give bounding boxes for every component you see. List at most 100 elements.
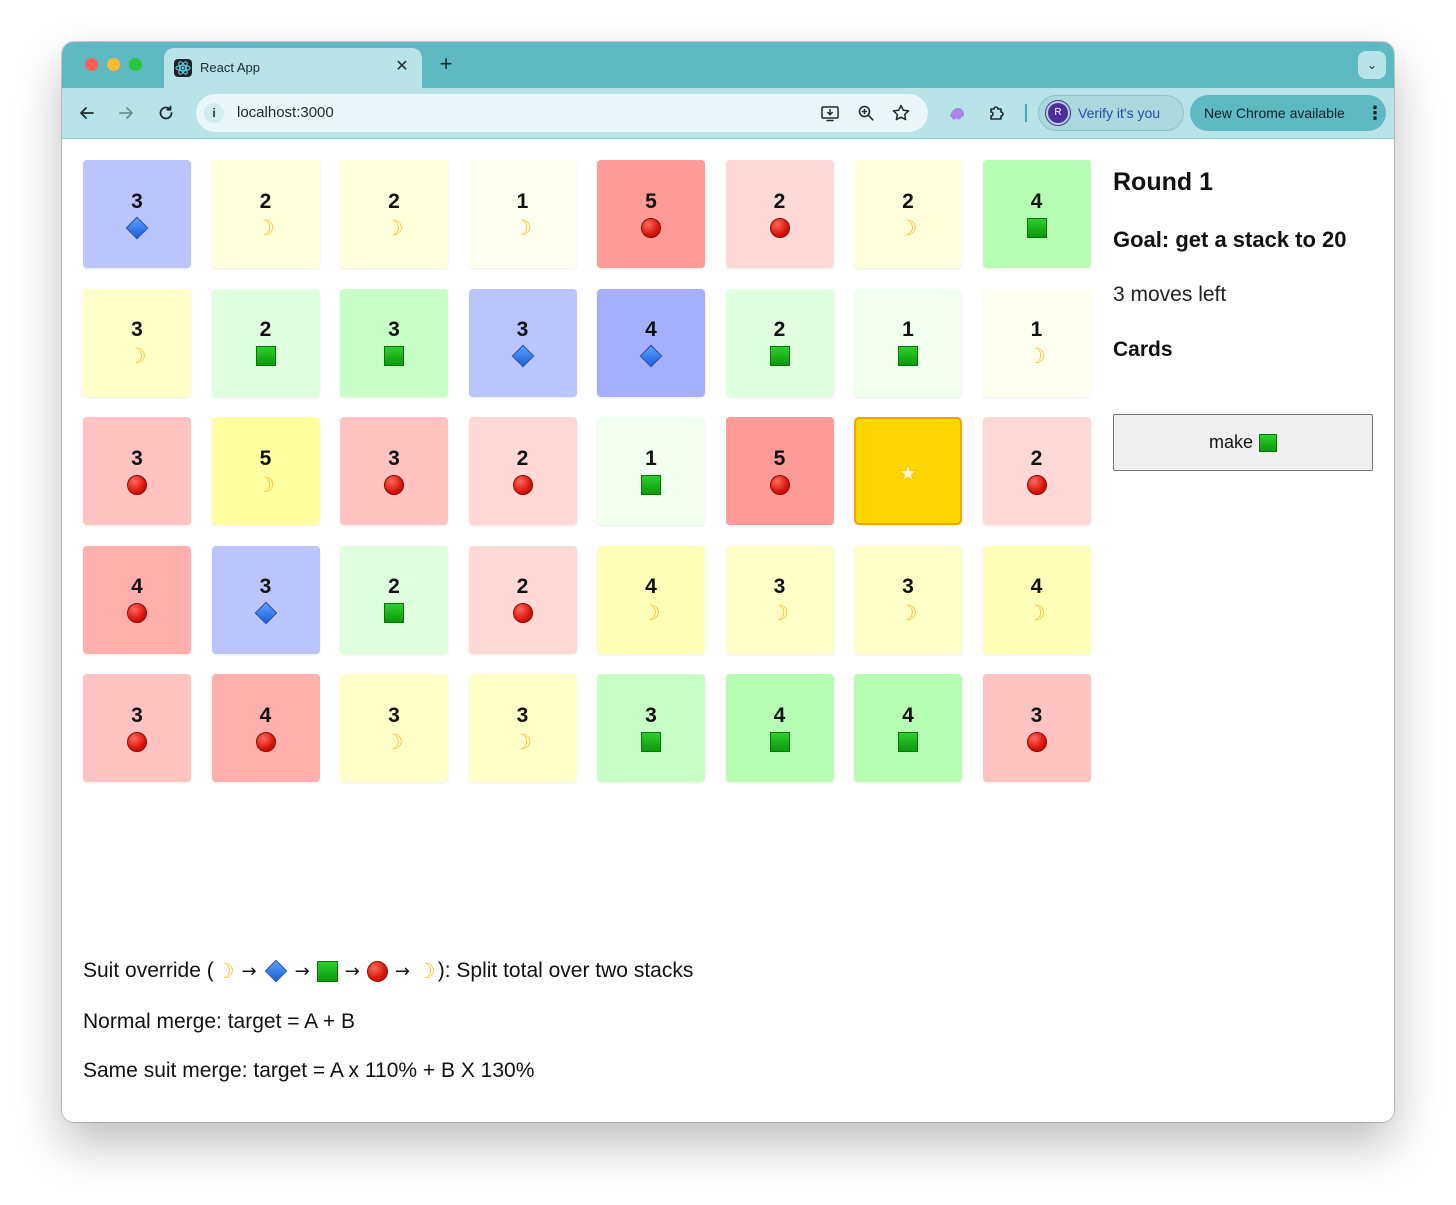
card[interactable]: 3 xyxy=(597,674,705,782)
card-grid: 3 2 ☽ 2 ☽ 1 ☽ 5 2 2 ☽ 4 3 ☽ 2 3 3 4 2 1 1 ☽ 3 5 ☽ 3 2 1 5 ★ 2 4 3 2 2 4 ☽ 3 ☽ 3… xyxy=(83,160,1091,782)
card-suit xyxy=(769,474,790,496)
card-suit xyxy=(769,345,790,367)
card[interactable]: 3 xyxy=(83,160,191,268)
card-value: 2 xyxy=(902,189,914,213)
card[interactable]: 5 xyxy=(597,160,705,268)
back-arrow-icon[interactable] xyxy=(74,100,100,126)
card-suit xyxy=(255,345,276,367)
card-suit xyxy=(769,217,790,239)
card[interactable]: 4 xyxy=(211,674,320,782)
react-logo-icon xyxy=(174,59,192,77)
verify-identity-button[interactable]: R Verify it's you xyxy=(1038,95,1184,131)
red-circle-icon xyxy=(769,217,790,238)
tab-search-button[interactable]: ⌄ xyxy=(1358,51,1386,79)
card[interactable]: 3 ☽ xyxy=(340,674,448,782)
card[interactable]: 4 ☽ xyxy=(597,545,705,654)
minimize-window-button[interactable] xyxy=(107,58,120,71)
suit-override-rule: Suit override ( ☽ → → → → ☽ ): Split total ov… xyxy=(83,957,693,985)
card[interactable]: 3 xyxy=(340,288,448,397)
reload-icon[interactable] xyxy=(153,100,179,126)
card[interactable]: 3 xyxy=(211,545,320,654)
card-suit: ☽ xyxy=(899,602,918,624)
green-square-icon xyxy=(1026,217,1047,238)
card[interactable]: 3 xyxy=(340,417,448,525)
card-value: 3 xyxy=(516,318,529,341)
card[interactable]: 4 xyxy=(982,160,1091,268)
make-button[interactable]: make xyxy=(1113,414,1373,471)
install-app-icon[interactable] xyxy=(819,102,841,124)
card-suit xyxy=(1026,217,1047,239)
card-suit xyxy=(1026,474,1047,496)
card[interactable]: 1 ☽ xyxy=(468,160,577,268)
ghost-extension-icon[interactable] xyxy=(945,101,969,125)
card[interactable]: 3 ☽ xyxy=(83,288,191,397)
card-suit: ☽ xyxy=(770,602,789,624)
card-value: 3 xyxy=(131,318,143,341)
card[interactable]: 2 ☽ xyxy=(211,160,320,268)
card-value: 3 xyxy=(259,575,272,598)
info-icon[interactable]: i xyxy=(204,103,224,123)
card[interactable]: 3 ☽ xyxy=(468,674,577,782)
card[interactable]: 1 xyxy=(597,417,705,525)
card[interactable]: 3 xyxy=(83,417,191,525)
card[interactable]: 2 xyxy=(211,288,320,397)
card[interactable]: 1 xyxy=(854,288,962,397)
maximize-window-button[interactable] xyxy=(129,58,142,71)
crescent-moon-icon: ☽ xyxy=(513,215,532,240)
card[interactable]: 2 xyxy=(725,288,834,397)
address-bar[interactable]: i localhost:3000 xyxy=(196,94,928,132)
card[interactable]: 5 ☽ xyxy=(211,417,320,525)
card[interactable]: 2 xyxy=(468,545,577,654)
puzzle-icon[interactable] xyxy=(985,101,1009,125)
star-icon[interactable] xyxy=(890,102,912,124)
card-suit: ☽ xyxy=(385,217,404,239)
same-suit-merge-rule: Same suit merge: target = A x 110% + B X… xyxy=(83,1059,535,1082)
close-window-button[interactable] xyxy=(85,58,98,71)
red-circle-icon xyxy=(127,603,147,623)
card[interactable]: 3 xyxy=(982,674,1091,782)
suit-cycle: ☽ → → → → ☽ xyxy=(214,959,438,983)
card[interactable]: 3 ☽ xyxy=(854,545,962,654)
card-value: 3 xyxy=(773,575,786,598)
crescent-moon-icon: ☽ xyxy=(256,215,275,240)
zoom-icon[interactable] xyxy=(855,102,877,124)
new-tab-button[interactable]: + xyxy=(434,52,458,76)
card-value: 1 xyxy=(516,189,529,213)
card[interactable]: 4 xyxy=(597,288,705,397)
crescent-moon-icon: ☽ xyxy=(1027,601,1046,625)
card[interactable]: 2 ☽ xyxy=(340,160,448,268)
card[interactable]: 4 ☽ xyxy=(982,545,1091,654)
card[interactable]: 1 ☽ xyxy=(982,288,1091,397)
card[interactable]: 3 xyxy=(468,288,577,397)
card[interactable]: 3 ☽ xyxy=(725,545,834,654)
close-icon[interactable]: ✕ xyxy=(392,57,412,77)
rule-suit xyxy=(264,959,288,983)
url-text[interactable]: localhost:3000 xyxy=(237,104,334,121)
card[interactable]: 4 xyxy=(83,545,191,654)
tab-react-app[interactable]: React App ✕ xyxy=(164,48,422,88)
card[interactable]: 2 xyxy=(468,417,577,525)
card[interactable]: 2 xyxy=(340,545,448,654)
kebab-menu-icon[interactable]: ⋮ xyxy=(1366,102,1384,124)
card[interactable]: 2 xyxy=(982,417,1091,525)
card[interactable]: 4 xyxy=(725,674,834,782)
star-icon: ★ xyxy=(899,460,917,485)
chrome-update-button[interactable]: New Chrome available ⋮ xyxy=(1190,95,1386,131)
card-value: 3 xyxy=(388,703,400,727)
forward-arrow-icon[interactable] xyxy=(113,100,139,126)
card[interactable]: 2 ☽ xyxy=(854,160,962,268)
card-value: 2 xyxy=(516,575,529,598)
card[interactable]: 4 xyxy=(854,674,962,782)
card[interactable]: 2 xyxy=(725,160,834,268)
card-value: 4 xyxy=(1030,189,1043,213)
card-value: 5 xyxy=(773,446,786,470)
selected-card[interactable]: ★ xyxy=(854,417,962,525)
tab-title: React App xyxy=(200,60,260,75)
card[interactable]: 5 xyxy=(725,417,834,525)
red-circle-icon xyxy=(255,731,276,752)
rule-suit xyxy=(366,960,388,982)
card[interactable]: 3 xyxy=(83,674,191,782)
card-suit xyxy=(254,601,277,625)
card-value: 2 xyxy=(773,189,786,213)
crescent-moon-icon: ☽ xyxy=(898,215,918,240)
